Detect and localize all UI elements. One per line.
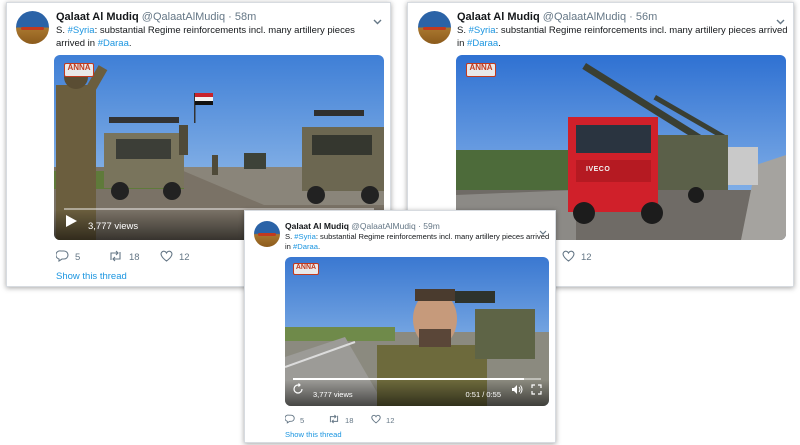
- like-count: 12: [386, 415, 395, 425]
- avatar[interactable]: [418, 11, 451, 44]
- replay-icon[interactable]: [292, 382, 304, 400]
- reply-count: 5: [75, 252, 81, 263]
- like-button[interactable]: 12: [160, 250, 190, 265]
- like-button[interactable]: 12: [562, 250, 592, 265]
- tweet-actions: 5 18 12: [55, 250, 190, 265]
- timestamp[interactable]: · 58m: [228, 11, 256, 23]
- video-progress[interactable]: [293, 378, 541, 380]
- tweet-header: Qalaat Al Mudiq @QalaatAlMudiq · 58m: [56, 11, 256, 23]
- view-count: 3,777 views: [88, 221, 139, 232]
- reply-icon: [284, 414, 295, 426]
- hashtag-daraa[interactable]: #Daraa: [98, 38, 129, 49]
- retweet-button[interactable]: 18: [108, 250, 160, 265]
- display-name[interactable]: Qalaat Al Mudiq: [56, 11, 139, 23]
- reply-button[interactable]: 5: [55, 250, 108, 265]
- tweet-actions: 12: [562, 250, 592, 265]
- user-handle[interactable]: @QalaatAlMudiq: [351, 221, 415, 231]
- play-icon[interactable]: [64, 214, 78, 233]
- fullscreen-icon[interactable]: [531, 382, 542, 400]
- avatar[interactable]: [16, 11, 49, 44]
- retweet-icon: [328, 414, 340, 426]
- video-progress-fill: [293, 378, 524, 380]
- hashtag-daraa[interactable]: #Daraa: [293, 242, 318, 251]
- hashtag-syria[interactable]: #Syria: [68, 25, 95, 36]
- channel-logo: ANNA: [466, 63, 496, 77]
- hashtag-syria[interactable]: #Syria: [294, 232, 316, 241]
- hashtag-daraa[interactable]: #Daraa: [467, 38, 498, 49]
- tweet-text: S. #Syria: substantial Regime reinforcem…: [56, 25, 355, 49]
- video-time: 0:51 / 0:55: [465, 390, 501, 399]
- show-thread-link[interactable]: Show this thread: [56, 271, 127, 282]
- like-count: 12: [179, 252, 190, 263]
- display-name[interactable]: Qalaat Al Mudiq: [285, 221, 349, 231]
- timestamp[interactable]: · 56m: [629, 11, 657, 23]
- reply-count: 5: [300, 415, 305, 425]
- tweet-actions: 5 18 12: [284, 414, 394, 426]
- view-count: 3,777 views: [313, 390, 353, 399]
- tweet-card-3: Qalaat Al Mudiq @QalaatAlMudiq · 59m S. …: [244, 210, 556, 443]
- user-handle[interactable]: @QalaatAlMudiq: [142, 11, 225, 23]
- retweet-count: 18: [345, 415, 354, 425]
- like-icon: [562, 250, 575, 265]
- reply-icon: [55, 250, 69, 265]
- tweet-header: Qalaat Al Mudiq @QalaatAlMudiq · 59m: [285, 221, 440, 231]
- user-handle[interactable]: @QalaatAlMudiq: [543, 11, 626, 23]
- hashtag-syria[interactable]: #Syria: [469, 25, 496, 36]
- video-player[interactable]: ANNA 3,777 views 0:51 / 0:55: [285, 257, 549, 406]
- tweet-text: S. #Syria: substantial Regime reinforcem…: [285, 232, 550, 252]
- reply-button[interactable]: 5: [284, 414, 328, 426]
- like-count: 12: [581, 252, 592, 263]
- retweet-icon: [108, 250, 123, 265]
- retweet-count: 18: [129, 252, 140, 263]
- truck-brand: IVECO: [586, 166, 611, 173]
- retweet-button[interactable]: 18: [328, 414, 371, 426]
- channel-logo: ANNA: [293, 263, 319, 275]
- tweet-text: S. #Syria: substantial Regime reinforcem…: [457, 25, 788, 49]
- like-icon: [371, 414, 381, 426]
- display-name[interactable]: Qalaat Al Mudiq: [457, 11, 540, 23]
- like-icon: [160, 250, 173, 265]
- like-button[interactable]: 12: [371, 414, 394, 426]
- show-thread-link[interactable]: Show this thread: [285, 430, 342, 439]
- avatar[interactable]: [254, 221, 280, 247]
- tweet-header: Qalaat Al Mudiq @QalaatAlMudiq · 56m: [457, 11, 657, 23]
- channel-logo: ANNA: [64, 63, 94, 77]
- volume-icon[interactable]: [511, 382, 524, 400]
- timestamp[interactable]: · 59m: [418, 221, 440, 231]
